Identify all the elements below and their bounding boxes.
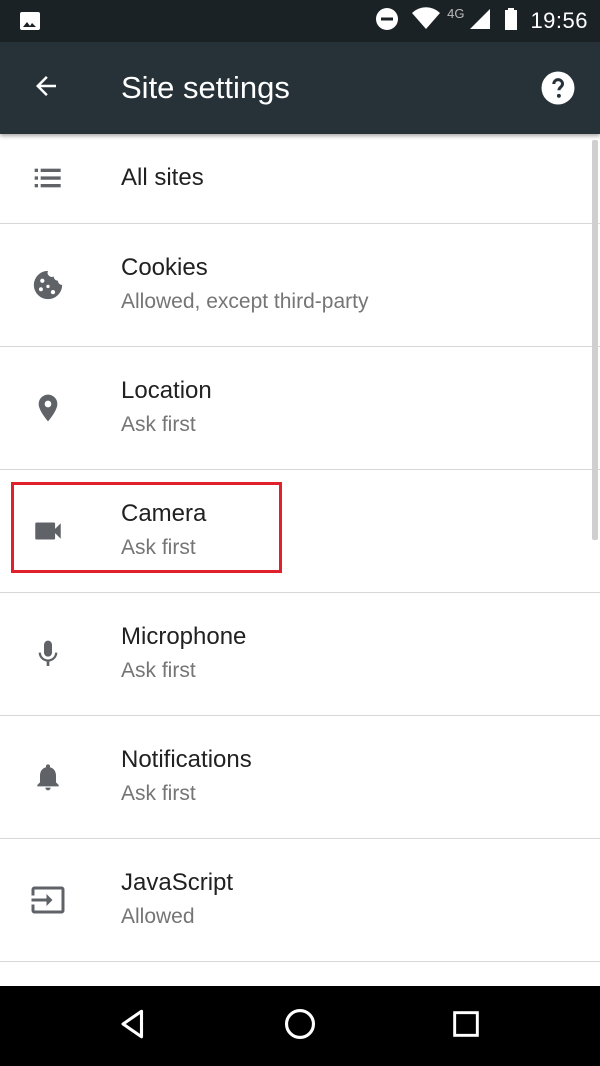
setting-row-cookies[interactable]: Cookies Allowed, except third-party <box>0 224 600 347</box>
setting-title: Cookies <box>121 254 208 281</box>
setting-subtitle: Ask first <box>121 782 196 805</box>
setting-subtitle: Ask first <box>121 659 196 682</box>
status-bar: 4G 19:56 <box>0 0 600 42</box>
setting-row-microphone[interactable]: Microphone Ask first <box>0 593 600 716</box>
setting-row-camera[interactable]: Camera Ask first <box>0 470 600 593</box>
status-time: 19:56 <box>530 8 588 33</box>
setting-title: Notifications <box>121 746 252 773</box>
site-settings-list: All sites Cookies Allowed, except third-… <box>0 134 600 986</box>
help-button[interactable] <box>534 66 582 114</box>
setting-subtitle: Allowed, except third-party <box>121 290 369 313</box>
input-arrow-icon <box>30 882 66 918</box>
list-icon <box>30 160 66 196</box>
network-type-label: 4G <box>447 5 465 21</box>
page-title: Site settings <box>121 70 290 105</box>
help-icon <box>540 70 576 111</box>
setting-title: Camera <box>121 500 207 527</box>
back-triangle-icon <box>116 1007 150 1046</box>
recents-square-icon <box>450 1008 482 1045</box>
microphone-icon <box>30 636 66 672</box>
bell-icon <box>30 759 66 795</box>
scrollbar[interactable] <box>592 140 598 540</box>
nav-back-button[interactable] <box>101 1002 165 1050</box>
image-icon <box>18 9 42 33</box>
setting-title: JavaScript <box>121 869 234 896</box>
setting-row-javascript[interactable]: JavaScript Allowed <box>0 839 600 962</box>
setting-row-all-sites[interactable]: All sites <box>0 134 600 224</box>
battery-icon <box>504 7 518 36</box>
nav-home-button[interactable] <box>268 1002 332 1050</box>
back-button[interactable] <box>20 64 72 112</box>
cellular-signal-icon <box>468 7 492 36</box>
app-bar: Site settings <box>0 42 600 134</box>
status-icons: 4G 19:56 <box>375 0 588 42</box>
setting-title: Microphone <box>121 623 247 650</box>
videocam-icon <box>30 513 66 549</box>
nav-recents-button[interactable] <box>434 1002 498 1050</box>
setting-title: All sites <box>121 164 204 191</box>
arrow-back-icon <box>31 71 61 106</box>
setting-row-notifications[interactable]: Notifications Ask first <box>0 716 600 839</box>
setting-row-location[interactable]: Location Ask first <box>0 347 600 470</box>
wifi-icon <box>411 6 441 36</box>
setting-subtitle: Allowed <box>121 905 195 928</box>
home-circle-icon <box>283 1007 317 1046</box>
cookie-icon <box>30 267 66 303</box>
setting-subtitle: Ask first <box>121 536 196 559</box>
location-pin-icon <box>30 390 66 426</box>
setting-subtitle: Ask first <box>121 413 196 436</box>
do-not-disturb-icon <box>375 7 399 36</box>
setting-title: Location <box>121 377 212 404</box>
navigation-bar <box>0 986 600 1066</box>
